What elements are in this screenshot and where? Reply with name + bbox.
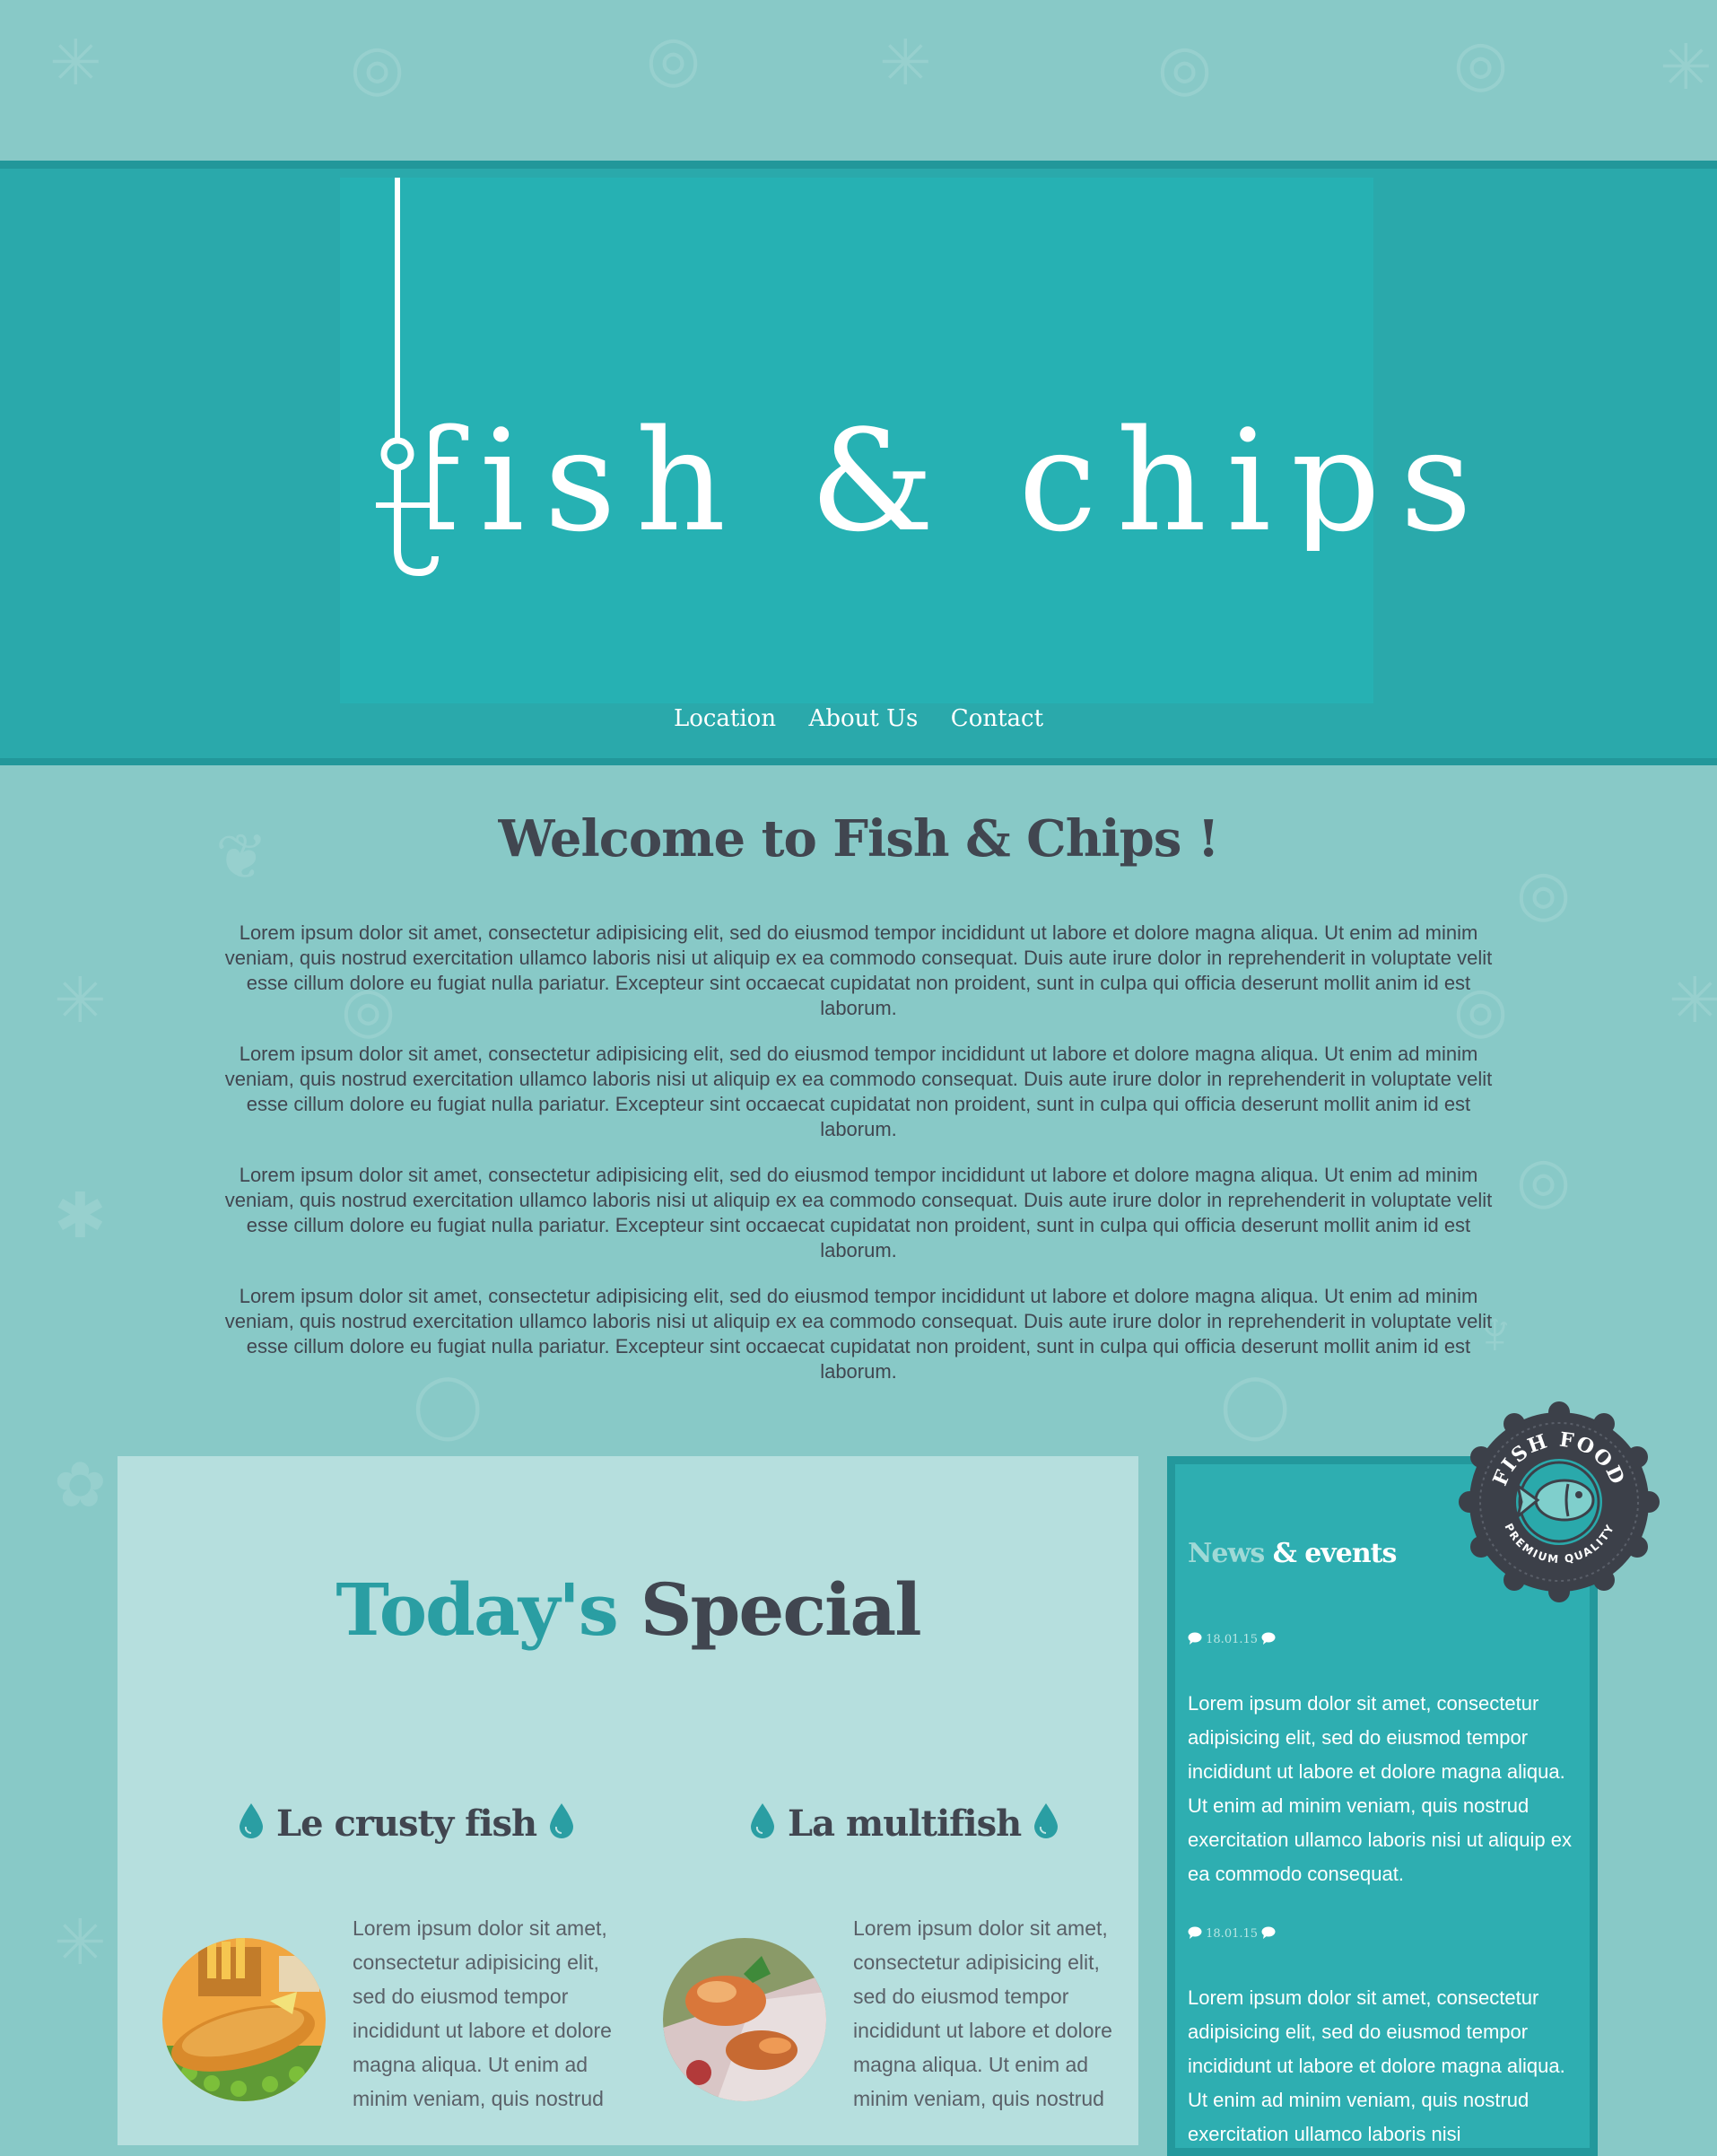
- item-name: Le crusty fish: [275, 1802, 537, 1845]
- welcome-text: Lorem ipsum dolor sit amet, consectetur …: [222, 921, 1495, 1405]
- intro-paragraph: Lorem ipsum dolor sit amet, consectetur …: [224, 1043, 1493, 1140]
- crusty-fish-description: Lorem ipsum dolor sit amet, consectetur …: [353, 1916, 612, 2110]
- comment-icon: [1188, 1926, 1202, 1939]
- intro-paragraph: Lorem ipsum dolor sit amet, consectetur …: [224, 921, 1493, 1019]
- drop-icon: [550, 1803, 574, 1838]
- news-entry-text: Lorem ipsum dolor sit amet, consectetur …: [1188, 1692, 1572, 1885]
- comment-icon: [1261, 1632, 1276, 1645]
- item-title-multifish: La multifish: [749, 1802, 1059, 1845]
- multifish-photo: [663, 1938, 826, 2101]
- comment-icon: [1261, 1926, 1276, 1939]
- main-nav: Location About Us Contact: [0, 705, 1717, 732]
- welcome-title: Welcome to Fish & Chips !: [498, 809, 1220, 869]
- item-title-crusty-fish: Le crusty fish: [238, 1802, 575, 1845]
- special-title-accent: Today's: [336, 1567, 618, 1652]
- intro-paragraph: Lorem ipsum dolor sit amet, consectetur …: [224, 1285, 1493, 1383]
- nav-about-us[interactable]: About Us: [809, 705, 919, 732]
- news-date-text: 18.01.15: [1206, 1633, 1259, 1646]
- item-name: La multifish: [787, 1802, 1022, 1845]
- comment-icon: [1188, 1632, 1202, 1645]
- news-title-light: News: [1188, 1538, 1265, 1569]
- drop-icon: [240, 1803, 263, 1838]
- todays-special-section: Today's Special Le crusty fish La multif…: [118, 1456, 1138, 2145]
- intro-paragraph: Lorem ipsum dolor sit amet, consectetur …: [224, 1164, 1493, 1261]
- multifish-description: Lorem ipsum dolor sit amet, consectetur …: [853, 1916, 1112, 2110]
- drop-icon: [751, 1803, 774, 1838]
- news-title: News & events: [1188, 1538, 1398, 1569]
- nav-contact[interactable]: Contact: [951, 705, 1043, 732]
- logo[interactable]: fish & chips: [340, 178, 1472, 703]
- special-title: Today's Special: [118, 1567, 1138, 1652]
- news-title-bold: & events: [1272, 1538, 1398, 1569]
- fish-food-badge: FISH FOOD PREMIUM QUALITY: [1459, 1401, 1660, 1603]
- crusty-fish-photo: [162, 1938, 326, 2101]
- drop-icon: [1034, 1803, 1059, 1838]
- nav-location[interactable]: Location: [674, 705, 776, 732]
- news-date-text: 18.01.15: [1206, 1927, 1259, 1941]
- news-entry-text: Lorem ipsum dolor sit amet, consectetur …: [1188, 1986, 1565, 2145]
- special-title-rest: Special: [640, 1567, 922, 1652]
- news-date: 18.01.15: [1188, 1926, 1276, 1941]
- site-header: fish & chips Location About Us Contact: [0, 161, 1717, 765]
- news-date: 18.01.15: [1188, 1632, 1276, 1646]
- logo-text: fish & chips: [408, 399, 1492, 563]
